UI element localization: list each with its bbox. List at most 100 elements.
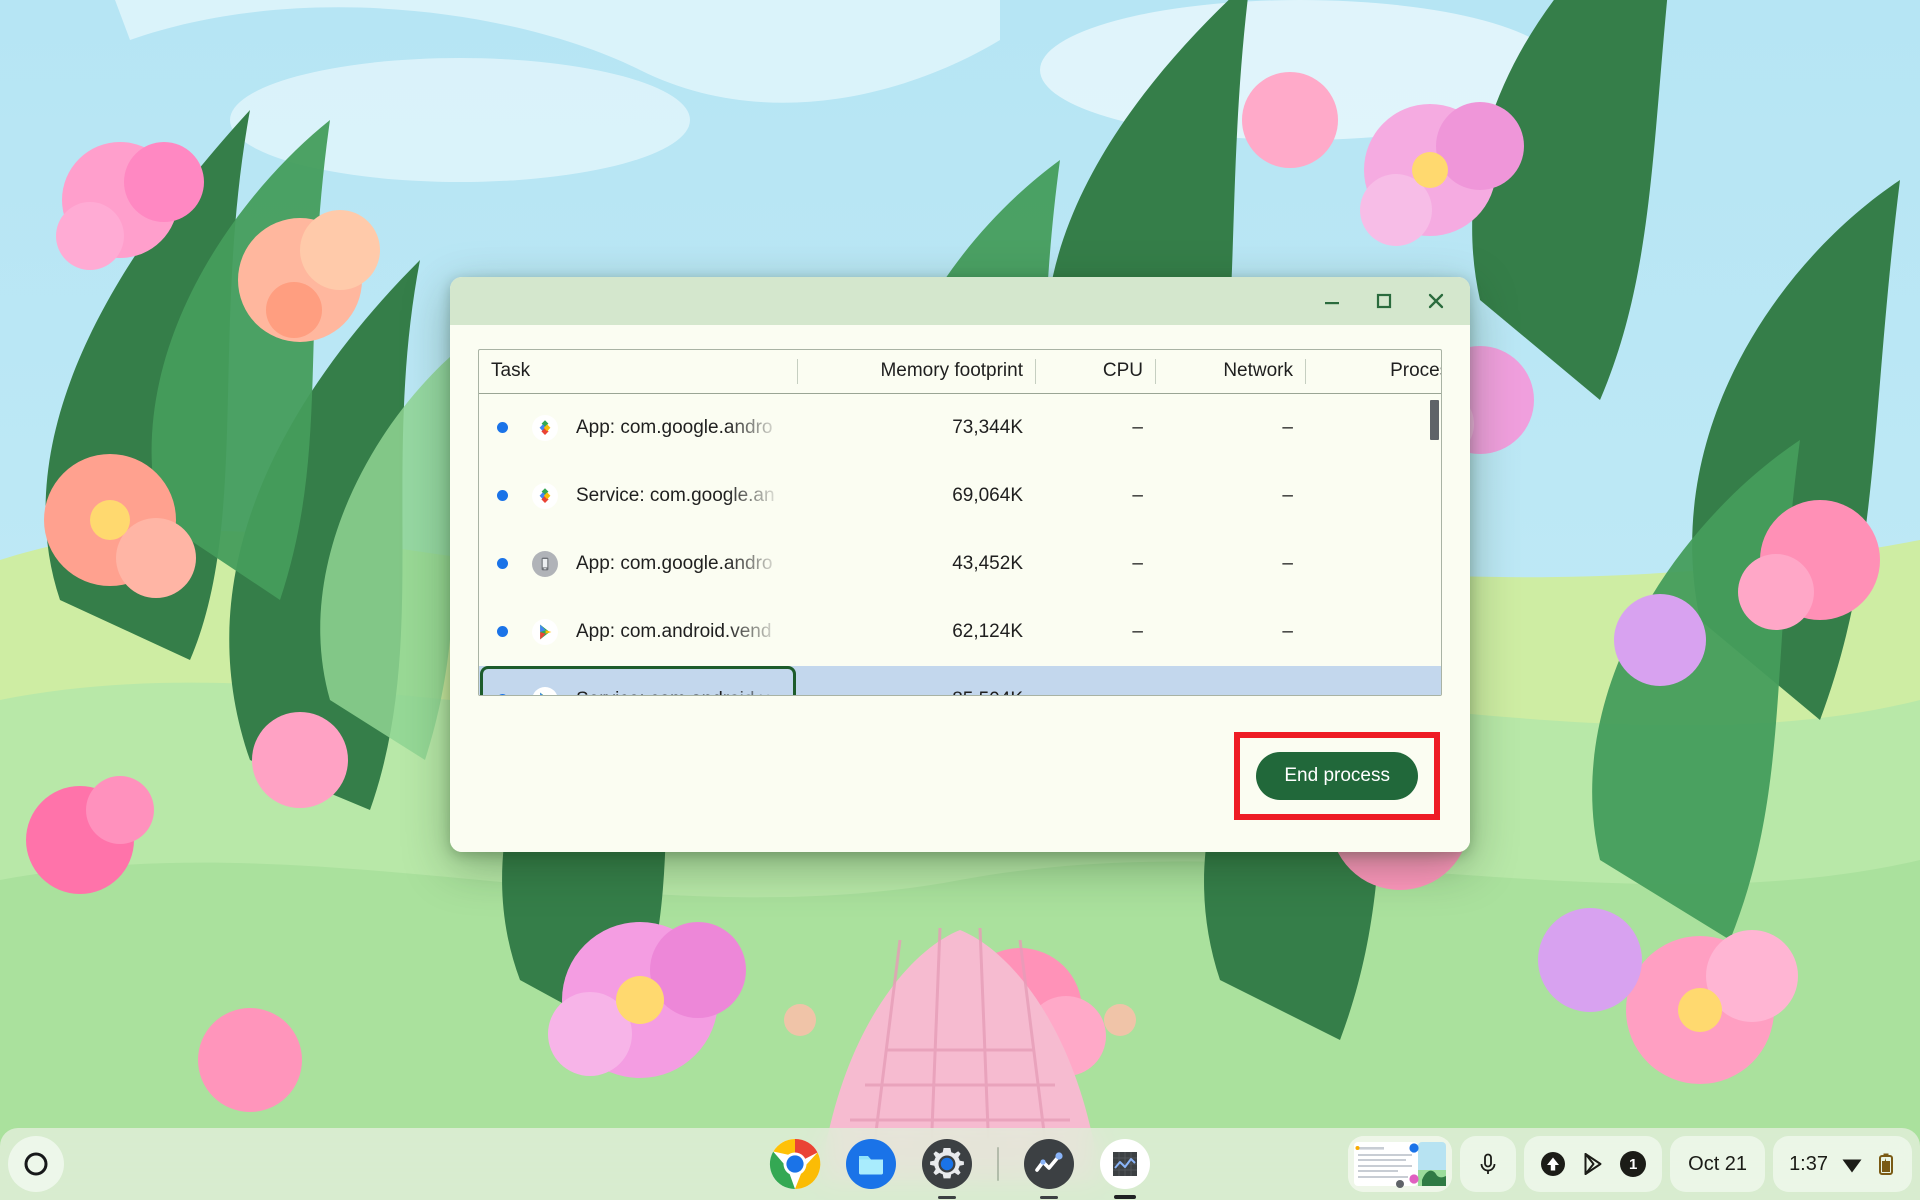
minimize-window-button[interactable] [1306,279,1358,323]
microphone-button[interactable] [1460,1136,1517,1192]
table-row[interactable]: App: com.android.vend 62,124K – – [479,598,1441,666]
column-header-network[interactable]: Network [1155,350,1305,394]
launcher-circle-icon [24,1152,48,1176]
end-process-highlight-box: End process [1234,732,1440,820]
table-cell-task[interactable]: App: com.google.andro [479,530,797,598]
google-play-services-icon [532,482,558,509]
files-icon [846,1139,896,1189]
preview-thumbnail-icon [1348,1136,1453,1192]
status-dot-icon [497,694,508,695]
end-process-button[interactable]: End process [1256,752,1418,800]
google-play-store-icon [532,686,558,695]
google-play-services-icon [532,414,558,441]
dialog-footer: End process [450,700,1470,852]
date-button[interactable]: Oct 21 [1670,1136,1766,1192]
table-cell-task[interactable]: Service: com.android.v [479,665,797,696]
status-dot-icon [497,490,508,501]
task-label: Service: com.android.v [576,689,785,696]
table-cell-network: – [1282,552,1293,574]
task-manager-body: Task Memory footprint CPU Network Proces… [450,325,1470,852]
updates-icon [1541,1152,1566,1176]
table-row[interactable]: App: com.google.andro 73,344K – – [479,393,1441,462]
notification-badge[interactable]: 1 [1620,1151,1647,1177]
play-store-icon [1584,1153,1602,1175]
table-header-row: Task Memory footprint CPU Network Proces… [479,350,1441,394]
table-scrollbar-track[interactable] [1428,394,1441,695]
google-play-store-icon [532,618,558,645]
maximize-window-button[interactable] [1358,279,1410,323]
shelf-app-list [769,1128,1151,1200]
table-cell-network: – [1282,416,1293,438]
android-device-icon [532,550,558,577]
table-cell-network: – [1282,484,1293,506]
process-table: Task Memory footprint CPU Network Proces… [479,350,1441,696]
chrome-icon [769,1138,821,1190]
shelf-item-files[interactable] [845,1138,897,1190]
task-label: Service: com.google.an [576,484,775,506]
column-header-process-id[interactable]: Process ID [1305,350,1441,394]
table-cell-process-id [1305,530,1441,598]
shelf-item-chrome[interactable] [769,1138,821,1190]
system-tray[interactable]: 1 [1524,1136,1663,1192]
diagnostics-chart-icon [1024,1139,1074,1189]
task-manager-icon [1100,1139,1150,1189]
table-cell-process-id [1305,462,1441,530]
gear-icon [922,1139,972,1189]
table-cell-memory: 43,452K [952,552,1023,574]
google-play-services-icon [532,414,558,441]
window-preview-thumbnail[interactable] [1348,1136,1453,1192]
process-table-container: Task Memory footprint CPU Network Proces… [478,349,1442,696]
shelf-item-settings[interactable] [921,1138,973,1199]
table-cell-memory: 69,064K [952,484,1023,506]
launcher-button[interactable] [8,1136,64,1192]
running-indicator [938,1196,956,1199]
table-header: Task Memory footprint CPU Network Proces… [479,350,1441,394]
status-tray-button[interactable]: 1:37 [1773,1136,1912,1192]
table-cell-task[interactable]: App: com.android.vend [479,598,797,666]
shelf: 1 Oct 21 1:37 [0,1128,1920,1200]
column-header-cpu[interactable]: CPU [1035,350,1155,394]
shelf-separator [997,1147,999,1181]
table-cell-task[interactable]: App: com.google.andro [479,393,797,462]
shelf-status-area: 1 Oct 21 1:37 [1348,1136,1912,1192]
close-window-button[interactable] [1410,279,1462,323]
shelf-item-diagnostics[interactable] [1023,1138,1075,1199]
table-cell-cpu: – [1132,416,1143,438]
table-body: App: com.google.andro 73,344K – – Service:… [479,393,1441,696]
google-play-store-icon [532,686,558,695]
running-indicator [1114,1195,1136,1199]
task-label: App: com.google.andro [576,552,773,574]
table-cell-task[interactable]: Service: com.google.an [479,462,797,530]
task-label: App: com.android.vend [576,620,772,642]
table-cell-memory: 62,124K [952,620,1023,642]
table-row[interactable]: Service: com.google.an 69,064K – – [479,462,1441,530]
column-header-task[interactable]: Task [479,350,797,394]
table-cell-process-id [1305,665,1441,695]
date-label: Oct 21 [1688,1152,1748,1175]
table-cell-network: – [1155,665,1305,695]
window-titlebar[interactable] [450,277,1470,325]
table-cell-cpu: – [1132,484,1143,506]
shelf-item-task-manager[interactable] [1099,1138,1151,1199]
table-cell-process-id [1305,598,1441,666]
table-cell-memory: 73,344K [952,416,1023,438]
status-dot-icon [497,422,508,433]
task-manager-window: Task Memory footprint CPU Network Proces… [450,277,1470,852]
microphone-icon [1480,1153,1496,1174]
table-cell-cpu: – [1035,665,1155,695]
table-cell-memory: 85,504K [797,665,1035,695]
table-scrollbar-thumb[interactable] [1430,400,1439,440]
task-label: App: com.google.andro [576,416,773,438]
google-play-store-icon [532,618,558,645]
table-cell-cpu: – [1132,552,1143,574]
table-cell-cpu: – [1132,620,1143,642]
table-cell-network: – [1282,620,1293,642]
table-row[interactable]: Service: com.android.v 85,504K–– [479,665,1441,696]
table-cell-process-id [1305,393,1441,462]
wifi-icon [1842,1159,1862,1173]
running-indicator [1040,1196,1058,1199]
status-dot-icon [497,626,508,637]
table-row[interactable]: App: com.google.andro 43,452K – – [479,530,1441,598]
column-header-memory[interactable]: Memory footprint [797,350,1035,394]
battery-charging-icon [1879,1153,1893,1175]
